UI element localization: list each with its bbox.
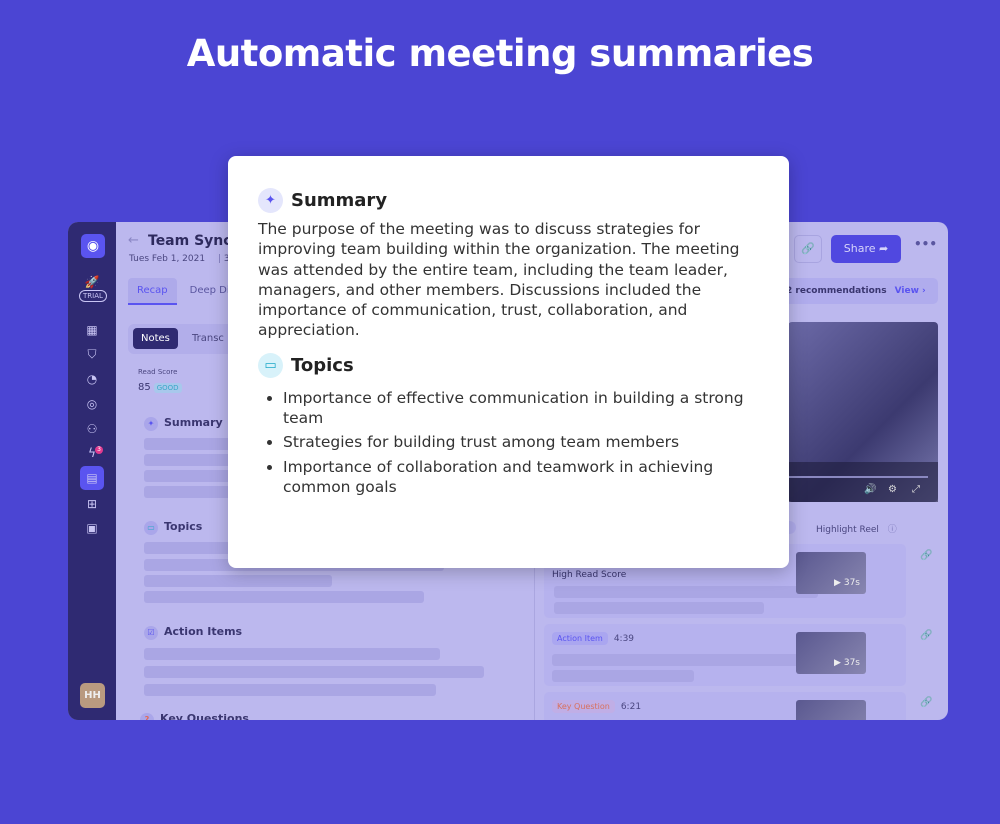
checkbox-icon: ☑ xyxy=(144,626,158,640)
video-thumbnail[interactable] xyxy=(796,700,866,720)
copy-link-button[interactable]: 🔗 xyxy=(794,235,822,263)
section-title: Topics xyxy=(164,520,203,533)
sidebar: ◉ 🚀 TRIAL ▦ ⛉ ◔ ◎ ⚇ ϟ 3 ▤ ⊞ ▣ HH xyxy=(68,222,116,720)
settings-icon[interactable]: ⚙ xyxy=(888,484,897,495)
back-arrow-icon[interactable]: ← xyxy=(128,233,139,248)
placeholder-line xyxy=(144,684,436,696)
video-thumbnail[interactable]: ▶ 37s xyxy=(796,552,866,594)
share-arrow-icon: ➦ xyxy=(879,242,889,255)
video-controls: 🔊 ⚙ ⤢ xyxy=(788,462,938,502)
shield-icon[interactable]: ⛉ xyxy=(82,344,102,364)
link-icon[interactable]: 🔗 xyxy=(920,550,932,561)
summary-title: Summary xyxy=(291,190,388,211)
summary-text: The purpose of the meeting was to discus… xyxy=(258,220,740,340)
section-title: Action Items xyxy=(164,625,243,638)
tab-recap[interactable]: Recap xyxy=(128,278,177,305)
meeting-title: Team Sync xyxy=(148,233,232,249)
moment-card[interactable]: Action Item 4:39 ▶ 37s xyxy=(544,624,906,686)
video-player[interactable]: 🔊 ⚙ ⤢ xyxy=(788,322,938,502)
link-icon[interactable]: 🔗 xyxy=(920,697,932,708)
read-score: 85 GOOD xyxy=(138,382,182,393)
logo-icon[interactable]: ◉ xyxy=(81,234,105,258)
trial-badge[interactable]: TRIAL xyxy=(79,290,107,302)
tab-transcript[interactable]: Transc xyxy=(192,333,224,344)
placeholder-line xyxy=(554,586,818,598)
info-icon[interactable]: ⓘ xyxy=(888,525,897,535)
view-label: View xyxy=(894,286,919,296)
read-score-value: 85 xyxy=(138,382,151,393)
placeholder-line xyxy=(144,666,484,678)
moment-time: 4:39 xyxy=(613,634,635,644)
moment-title: High Read Score xyxy=(552,570,627,580)
placeholder-line xyxy=(144,575,332,587)
chat-icon: ▭ xyxy=(144,521,158,535)
thumbnail-duration: 37s xyxy=(843,658,860,668)
document-icon[interactable]: ▤ xyxy=(80,466,104,490)
placeholder-line xyxy=(552,670,694,682)
sparkle-icon: ✦ xyxy=(258,188,283,213)
building-icon[interactable]: ▦ xyxy=(82,320,102,340)
users-icon[interactable]: ⚇ xyxy=(82,419,102,439)
placeholder-line xyxy=(144,648,440,660)
section-action-items: ☑ Action Items xyxy=(144,625,242,640)
share-label: Share xyxy=(843,242,876,255)
more-options-button[interactable]: ••• xyxy=(914,237,937,251)
video-thumbnail[interactable]: ▶ 37s xyxy=(796,632,866,674)
key-question-tag: Key Question xyxy=(552,700,615,713)
moment-header: Action Item 4:39 xyxy=(552,632,634,645)
moment-card[interactable]: Key Question 6:21 xyxy=(544,692,906,720)
chat-icon: ▭ xyxy=(258,352,283,378)
placeholder-line xyxy=(554,602,764,614)
tab-notes[interactable]: Notes xyxy=(133,328,178,349)
recommendations-text: 2 recommendations xyxy=(786,286,887,296)
section-title: Summary xyxy=(164,416,223,429)
question-icon: ? xyxy=(140,713,154,720)
share-button[interactable]: Share ➦ xyxy=(831,235,901,263)
tabs: Recap Deep Di xyxy=(128,278,239,305)
volume-icon[interactable]: 🔊 xyxy=(864,484,876,495)
topics-list: Importance of effective communication in… xyxy=(283,388,759,497)
view-recommendations-link[interactable]: View › xyxy=(895,286,926,296)
meeting-date: Tues Feb 1, 2021 | 3 xyxy=(129,254,230,264)
notification-badge: 3 xyxy=(95,446,103,454)
summary-heading: ✦ Summary xyxy=(258,188,759,213)
topic-item: Importance of collaboration and teamwork… xyxy=(283,457,759,498)
date-text: Tues Feb 1, 2021 xyxy=(129,254,206,264)
calendar-icon[interactable]: ▣ xyxy=(82,518,102,538)
summary-card: ✦ Summary The purpose of the meeting was … xyxy=(228,156,789,568)
link-icon[interactable]: 🔗 xyxy=(920,630,932,641)
moment-time: 6:21 xyxy=(620,702,642,712)
sparkle-icon: ✦ xyxy=(144,417,158,431)
read-score-rating: GOOD xyxy=(153,383,182,393)
target-icon[interactable]: ◎ xyxy=(82,394,102,414)
section-summary: ✦ Summary xyxy=(144,416,223,431)
placeholder-line xyxy=(552,654,804,666)
placeholder-line xyxy=(144,591,424,603)
topic-item: Importance of effective communication in… xyxy=(283,388,759,429)
action-item-tag: Action Item xyxy=(552,632,608,645)
section-topics: ▭ Topics xyxy=(144,520,202,535)
rocket-icon[interactable]: 🚀 xyxy=(82,272,102,292)
highlight-reel-label: Highlight Reel ⓘ xyxy=(816,522,897,535)
read-score-label: Read Score xyxy=(138,368,178,376)
fullscreen-icon[interactable]: ⤢ xyxy=(912,484,920,495)
video-progress-bar[interactable] xyxy=(788,476,928,478)
section-key-questions: ? Key Questions xyxy=(140,712,249,720)
add-chart-icon[interactable]: ⊞ xyxy=(82,494,102,514)
section-title: Key Questions xyxy=(160,712,249,720)
moment-header: Key Question 6:21 xyxy=(552,700,641,713)
topics-heading: ▭ Topics xyxy=(258,352,759,378)
topic-item: Strategies for building trust among team… xyxy=(283,432,759,452)
highlight-reel-text: Highlight Reel xyxy=(816,525,879,535)
pie-chart-icon[interactable]: ◔ xyxy=(82,369,102,389)
avatar[interactable]: HH xyxy=(80,683,105,708)
topics-title: Topics xyxy=(291,354,354,376)
headline: Automatic meeting summaries xyxy=(186,32,814,75)
thumbnail-duration: 37s xyxy=(843,578,860,588)
